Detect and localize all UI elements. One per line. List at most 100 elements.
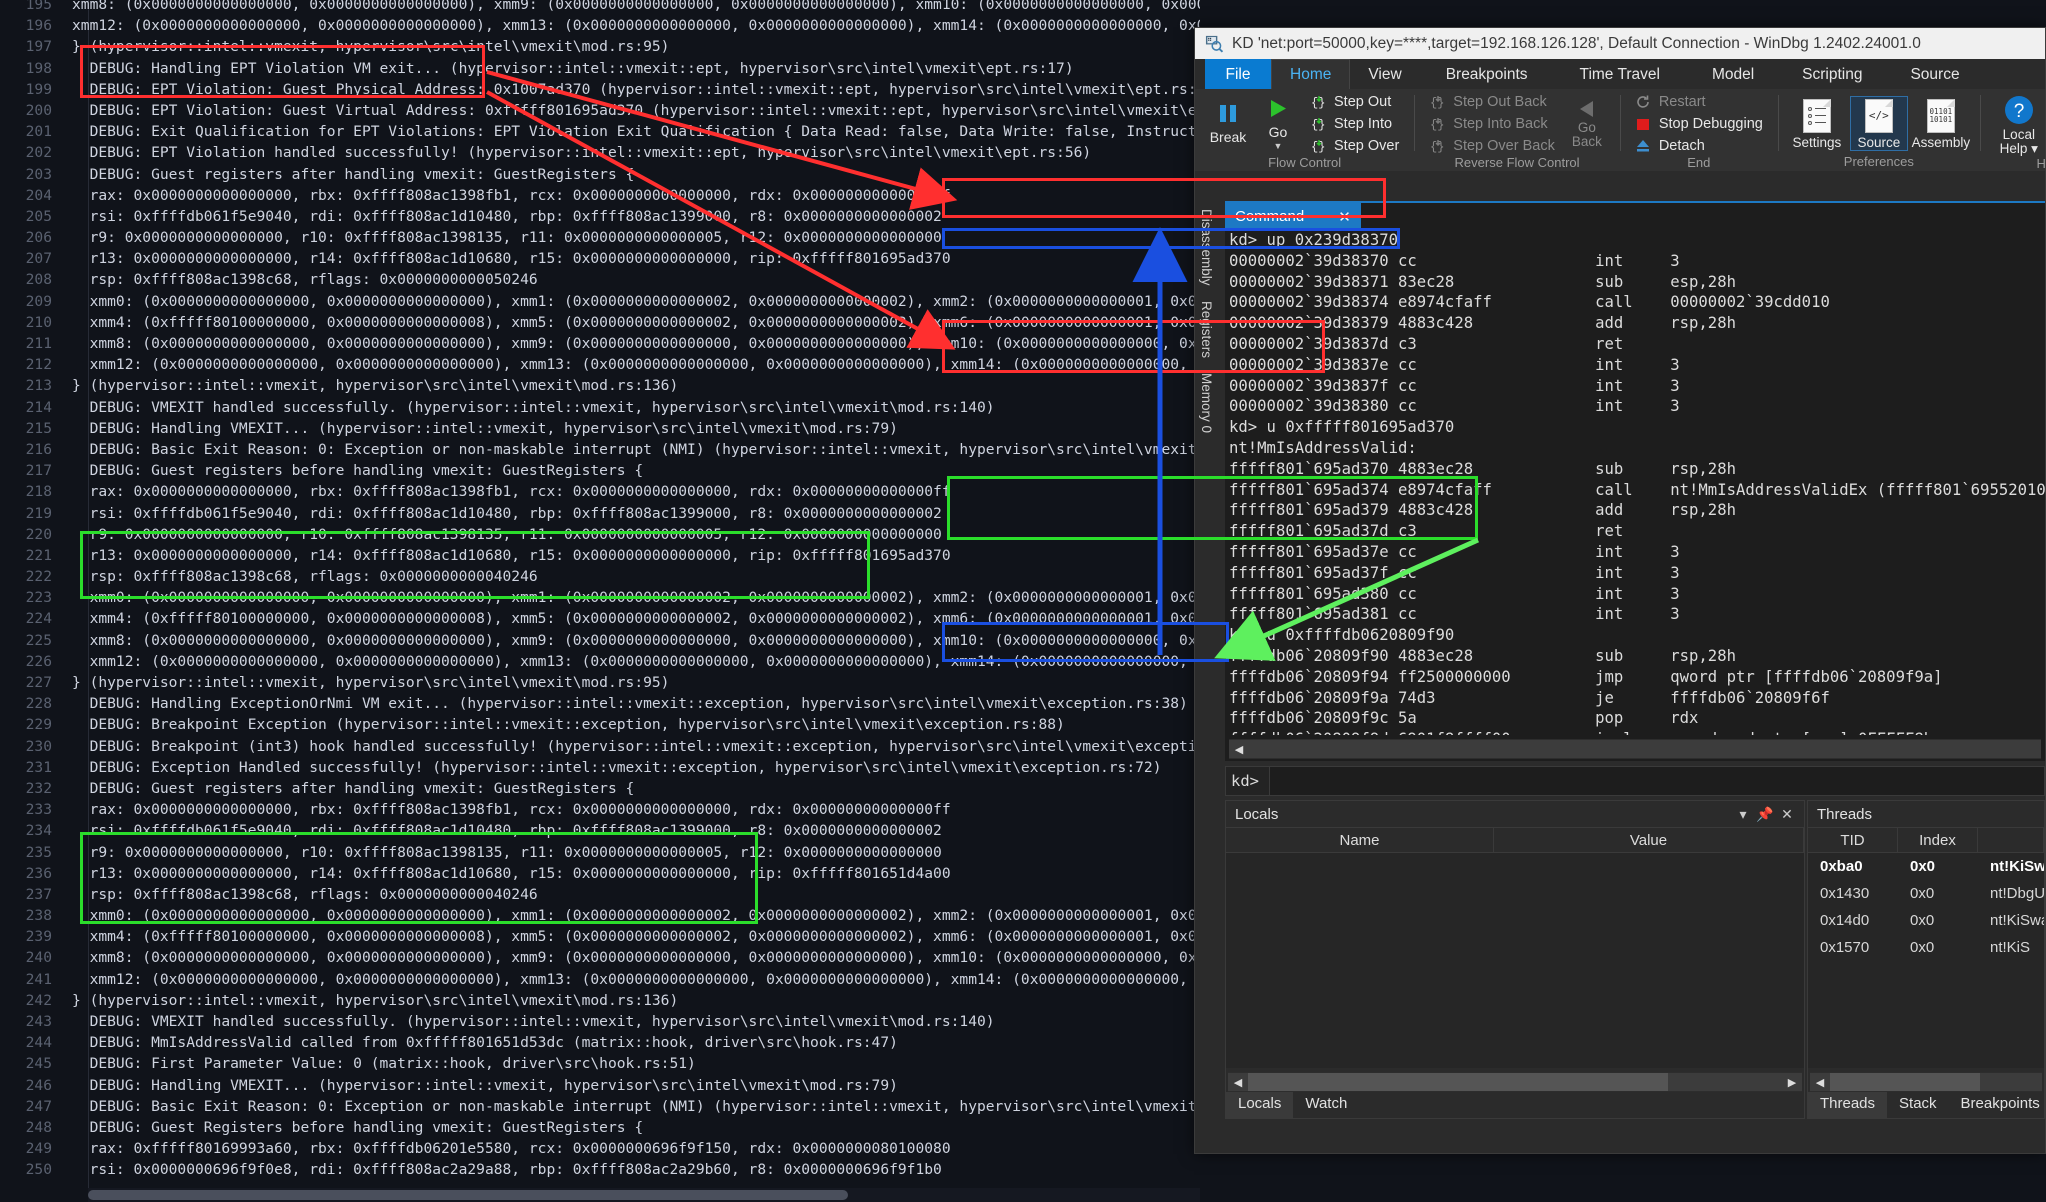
threads-scrollbar-thumb[interactable]	[1830, 1073, 1980, 1091]
locals-col-value[interactable]: Value	[1494, 828, 1804, 852]
dock-tab-disassembly[interactable]: Disassembly	[1199, 209, 1214, 286]
line-number: 236	[0, 863, 72, 884]
threads-panel[interactable]: Threads TID Index 0xba00x0nt!KiSw0x14300…	[1807, 800, 2045, 1119]
local-help-button[interactable]: ? LocalHelp ▾	[1990, 92, 2046, 156]
dock-tab-memory[interactable]: Memory 0	[1199, 373, 1214, 433]
ribbon-toolbar[interactable]: Break Go ▼ {}Step Out {}Step Into {}Step O…	[1195, 89, 2045, 171]
ribbon-cmd-stop-debugging[interactable]: Stop Debugging	[1630, 114, 1768, 133]
ribbon-tab-breakpoints[interactable]: Breakpoints	[1420, 59, 1546, 89]
prefs-assembly-button[interactable]: 0110110101Assembly	[1912, 97, 1970, 150]
line-number: 241	[0, 969, 72, 990]
log-line: 216 DEBUG: Basic Exit Reason: 0: Excepti…	[0, 439, 1200, 460]
threads-tab-stack[interactable]: Stack	[1887, 1092, 1949, 1118]
locals-scrollbar-thumb[interactable]	[1248, 1073, 1668, 1091]
line-number: 229	[0, 714, 72, 735]
command-tab[interactable]: Command ✕	[1225, 203, 1361, 228]
line-number: 220	[0, 524, 72, 545]
ribbon-tab-bar[interactable]: FileHomeViewBreakpointsTime TravelModelS…	[1195, 59, 2045, 89]
locals-panel[interactable]: Locals ▾ 📌 ✕ Name Value ◀ ▶ LocalsWatch	[1225, 800, 1805, 1119]
locals-pin-icon[interactable]: 📌	[1754, 806, 1776, 823]
command-prompt-row[interactable]: kd>	[1225, 766, 2045, 796]
threads-row[interactable]: 0x15700x0nt!KiS	[1808, 934, 2044, 961]
windbg-window[interactable]: KD 'net:port=50000,key=****,target=192.1…	[1194, 27, 2046, 1154]
flow-control-group-label: Flow Control	[1201, 155, 1408, 171]
editor-scrollbar-thumb[interactable]	[88, 1190, 848, 1200]
log-editor-pane[interactable]: 195xmm8: (0x0000000000000000, 0x00000000…	[0, 0, 1200, 1202]
locals-rows[interactable]	[1226, 853, 1804, 1068]
windbg-app-icon	[1205, 34, 1224, 53]
break-button[interactable]: Break	[1205, 102, 1251, 145]
command-horizontal-scrollbar[interactable]: ◀	[1229, 739, 2041, 759]
prefs-source-button[interactable]: </>Source	[1850, 96, 1908, 151]
ribbon-cmd-step-into[interactable]: {}Step Into	[1305, 114, 1404, 133]
threads-rows[interactable]: 0xba00x0nt!KiSw0x14300x0nt!DbgU0x14d00x0…	[1808, 853, 2044, 1068]
line-number: 227	[0, 672, 72, 693]
line-number: 209	[0, 291, 72, 312]
ribbon-cmd-detach[interactable]: Detach	[1630, 136, 1768, 155]
threads-header: Threads	[1808, 801, 2044, 827]
log-line: 217 DEBUG: Guest registers before handli…	[0, 460, 1200, 481]
log-line: 250 rsi: 0x0000000696f9f0e8, rdi: 0xffff…	[0, 1159, 1200, 1180]
scroll-left-icon[interactable]: ◀	[1229, 740, 1249, 758]
ribbon-tab-source[interactable]: Source	[1880, 59, 1977, 89]
ribbon-tab-file[interactable]: File	[1205, 59, 1271, 89]
editor-horizontal-scrollbar[interactable]	[88, 1188, 1200, 1202]
locals-scroll-right-icon[interactable]: ▶	[1782, 1073, 1802, 1091]
threads-tab-threads[interactable]: Threads	[1808, 1092, 1887, 1118]
prefs-settings-button[interactable]: Settings	[1788, 97, 1846, 150]
line-number: 208	[0, 269, 72, 290]
command-output-line: fffff801`695ad374 e8974cfaff call nt!MmI…	[1229, 480, 2045, 501]
threads-tab-breakpoints[interactable]: Breakpoints	[1949, 1092, 2045, 1118]
go-button[interactable]: Go ▼	[1255, 97, 1301, 151]
locals-tab-watch[interactable]: Watch	[1293, 1092, 1359, 1118]
dock-tab-registers[interactable]: Registers	[1199, 301, 1214, 358]
threads-col-index[interactable]: Index	[1898, 828, 1978, 852]
log-line: 233 rax: 0x0000000000000000, rbx: 0xffff…	[0, 799, 1200, 820]
locals-tab-bar[interactable]: LocalsWatch	[1226, 1092, 1804, 1118]
line-text: rsp: 0xffff808ac1398c68, rflags: 0x00000…	[72, 271, 538, 288]
threads-horizontal-scrollbar[interactable]: ◀	[1810, 1072, 2042, 1092]
ribbon-tab-scripting[interactable]: Scripting	[1772, 59, 1880, 89]
line-text: r13: 0x0000000000000000, r14: 0xffff808a…	[72, 250, 951, 267]
windbg-titlebar[interactable]: KD 'net:port=50000,key=****,target=192.1…	[1195, 28, 2045, 59]
locals-tab-locals[interactable]: Locals	[1226, 1092, 1293, 1118]
log-line: 231 DEBUG: Exception Handled successfull…	[0, 757, 1200, 778]
ribbon-cmd-step-over[interactable]: {}Step Over	[1305, 136, 1404, 155]
threads-row[interactable]: 0x14d00x0nt!KiSwa	[1808, 907, 2044, 934]
go-dropdown-icon[interactable]: ▼	[1274, 141, 1283, 151]
threads-scroll-left-icon[interactable]: ◀	[1810, 1073, 1830, 1091]
threads-scroll-track[interactable]	[1980, 1073, 2042, 1091]
threads-row[interactable]: 0x14300x0nt!DbgU	[1808, 880, 2044, 907]
ribbon-tab-model[interactable]: Model	[1678, 59, 1772, 89]
command-output-line: ffffdb06`20809f90 4883ec28 sub rsp,28h	[1229, 646, 2045, 667]
ribbon-tab-view[interactable]: View	[1350, 59, 1419, 89]
command-tab-row[interactable]: Command ✕	[1225, 203, 2045, 228]
go-back-button[interactable]: GoBack	[1564, 98, 1610, 149]
log-line: 232 DEBUG: Guest registers after handlin…	[0, 778, 1200, 799]
command-scroll-track[interactable]	[1249, 740, 2041, 758]
line-text: rsp: 0xffff808ac1398c68, rflags: 0x00000…	[72, 886, 538, 903]
locals-scroll-left-icon[interactable]: ◀	[1228, 1073, 1248, 1091]
ribbon-tab-home[interactable]: Home	[1271, 59, 1350, 89]
dock-tab-strip[interactable]: Disassembly Registers Memory 0	[1195, 201, 1225, 1153]
threads-cell-sym: nt!KiSw	[1978, 858, 2045, 875]
ribbon-cmd-label: Detach	[1659, 138, 1705, 154]
threads-row[interactable]: 0xba00x0nt!KiSw	[1808, 853, 2044, 880]
locals-horizontal-scrollbar[interactable]: ◀ ▶	[1228, 1072, 1802, 1092]
threads-cell-tid: 0xba0	[1808, 858, 1898, 875]
line-number: 245	[0, 1053, 72, 1074]
threads-col-tid[interactable]: TID	[1808, 828, 1898, 852]
log-line: 221 r13: 0x0000000000000000, r14: 0xffff…	[0, 545, 1200, 566]
locals-dropdown-icon[interactable]: ▾	[1732, 806, 1754, 823]
ribbon-tab-time-travel[interactable]: Time Travel	[1546, 59, 1678, 89]
command-input[interactable]	[1270, 766, 2045, 796]
command-tab-close-icon[interactable]: ✕	[1338, 208, 1351, 226]
locals-close-icon[interactable]: ✕	[1776, 806, 1798, 823]
command-window[interactable]: Command ✕ kd> up 0x239d3837000000002`39d…	[1225, 201, 2045, 761]
ribbon-cmd-step-out[interactable]: {}Step Out	[1305, 92, 1404, 111]
threads-col-symbol[interactable]	[1978, 828, 2044, 852]
locals-scroll-track[interactable]	[1668, 1073, 1782, 1091]
line-text: r13: 0x0000000000000000, r14: 0xffff808a…	[72, 865, 951, 882]
threads-tab-bar[interactable]: ThreadsStackBreakpoints	[1808, 1092, 2044, 1118]
locals-col-name[interactable]: Name	[1226, 828, 1494, 852]
